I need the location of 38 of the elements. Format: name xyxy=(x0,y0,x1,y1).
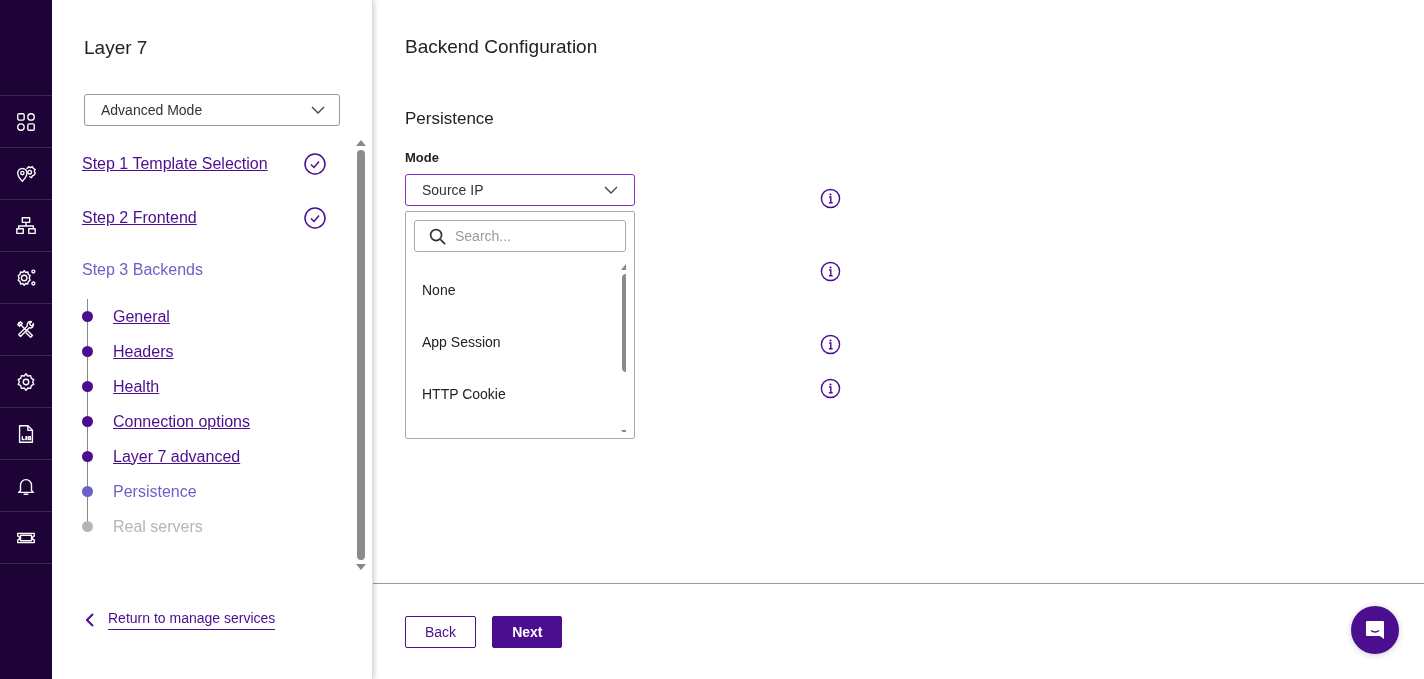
next-button[interactable]: Next xyxy=(492,615,563,648)
back-button[interactable]: Back xyxy=(405,615,477,648)
info-icon[interactable] xyxy=(820,334,841,355)
scrollbar[interactable] xyxy=(356,140,366,570)
step-link[interactable]: Step 1 Template Selection xyxy=(82,155,268,173)
step-link[interactable]: Step 2 Frontend xyxy=(82,209,197,227)
network-icon[interactable] xyxy=(15,214,37,237)
return-link[interactable]: Return to manage services xyxy=(108,610,276,630)
dropdown-option[interactable]: None xyxy=(414,264,621,316)
chat-icon xyxy=(1363,618,1387,642)
chevron-down-icon xyxy=(604,186,618,194)
step-link[interactable]: Step 3 Backends xyxy=(82,261,203,279)
substep-link[interactable]: Connection options xyxy=(113,412,250,431)
section-heading: Persistence xyxy=(405,109,495,129)
substep-link[interactable]: Layer 7 advanced xyxy=(113,447,241,466)
persistence-mode-dropdown[interactable]: Source IP xyxy=(405,174,635,206)
substep-link[interactable]: General xyxy=(113,307,170,326)
chevron-left-icon[interactable] xyxy=(86,613,94,627)
substep-link[interactable]: Persistence xyxy=(113,482,197,501)
info-icon[interactable] xyxy=(820,378,841,399)
gears-icon[interactable] xyxy=(15,266,37,289)
dropdown-option[interactable]: HTTP Cookie xyxy=(414,368,621,420)
substep-label: Real servers xyxy=(113,517,203,536)
substep-link[interactable]: Headers xyxy=(113,342,174,361)
chat-button[interactable] xyxy=(1351,606,1399,654)
grid-icon[interactable] xyxy=(15,110,37,133)
info-icon[interactable] xyxy=(820,261,841,282)
settings-icon[interactable] xyxy=(15,370,37,393)
mode-dropdown[interactable]: Advanced Mode xyxy=(84,94,340,126)
sidebar-title: Layer 7 xyxy=(84,37,149,59)
search-field[interactable]: Search... xyxy=(414,220,626,252)
chevron-down-icon xyxy=(311,106,325,114)
field-label: Mode xyxy=(405,150,440,165)
tools-icon[interactable] xyxy=(15,318,37,341)
substep-link[interactable]: Health xyxy=(113,377,160,396)
page-title: Backend Configuration xyxy=(405,36,599,58)
info-icon[interactable] xyxy=(820,188,841,209)
dropdown-option[interactable]: App Session xyxy=(414,316,621,368)
